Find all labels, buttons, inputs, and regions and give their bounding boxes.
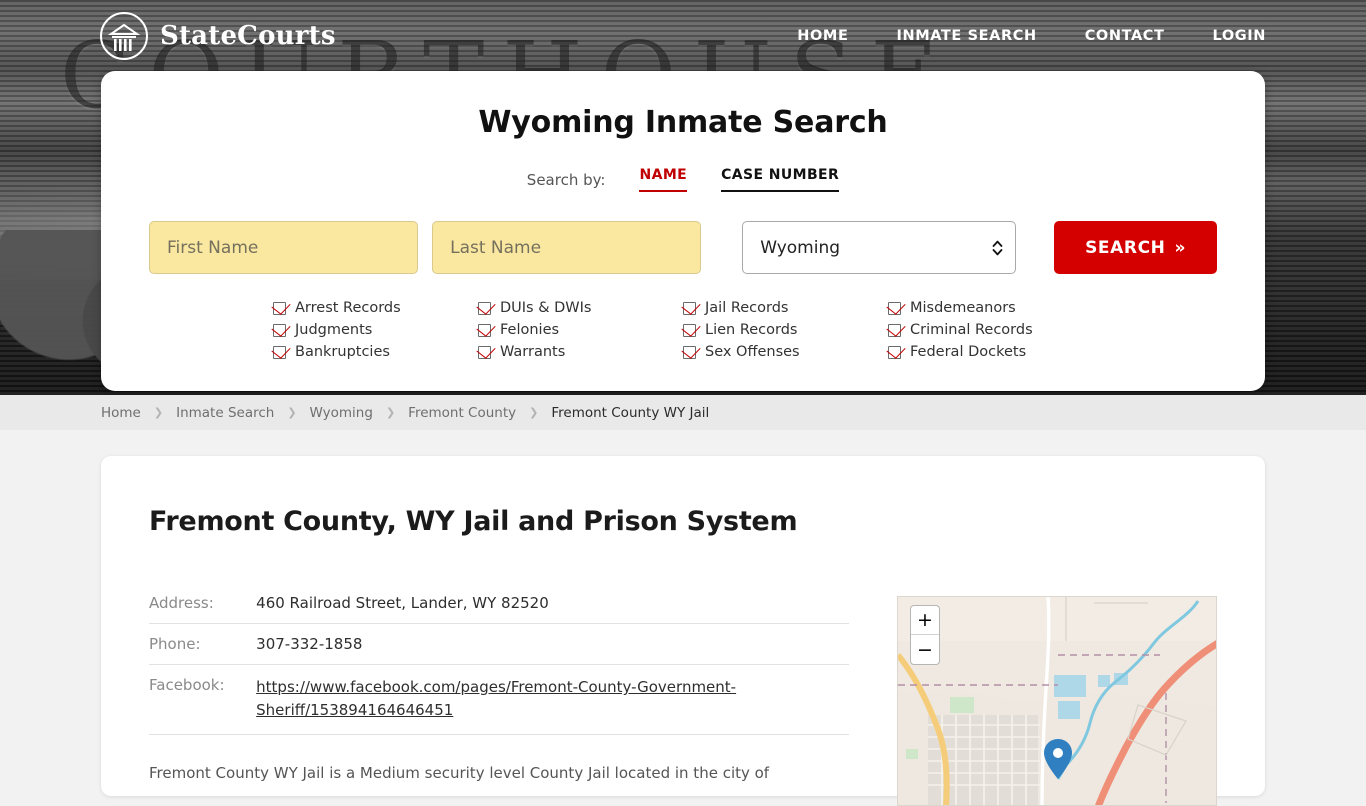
table-row: Facebook: https://www.facebook.com/pages… bbox=[149, 664, 849, 735]
record-type-item[interactable]: Felonies bbox=[478, 322, 683, 338]
record-type-label: Arrest Records bbox=[295, 300, 401, 316]
record-type-label: DUIs & DWIs bbox=[500, 300, 592, 316]
record-type-item[interactable]: DUIs & DWIs bbox=[478, 300, 683, 316]
checkbox-checked-icon bbox=[683, 323, 696, 337]
record-type-item[interactable]: Criminal Records bbox=[888, 322, 1093, 338]
detail-value-phone: 307-332-1858 bbox=[256, 623, 849, 665]
inmate-search-card: Wyoming Inmate Search Search by: NAME CA… bbox=[101, 71, 1265, 391]
table-row: Address: 460 Railroad Street, Lander, WY… bbox=[149, 583, 849, 624]
search-by-label: Search by: bbox=[526, 170, 606, 189]
tab-name[interactable]: NAME bbox=[639, 167, 688, 192]
chevron-right-icon: ❯ bbox=[529, 406, 539, 419]
record-type-item[interactable]: Misdemeanors bbox=[888, 300, 1093, 316]
main-navigation: HOME INMATE SEARCH CONTACT LOGIN bbox=[797, 28, 1266, 44]
nav-item-login[interactable]: LOGIN bbox=[1213, 28, 1266, 44]
location-map[interactable]: + − bbox=[897, 596, 1217, 806]
state-select[interactable]: Wyoming bbox=[742, 221, 1017, 274]
top-bar: StateCourts HOME INMATE SEARCH CONTACT L… bbox=[0, 0, 1366, 72]
record-type-item[interactable]: Arrest Records bbox=[273, 300, 478, 316]
detail-value-address: 460 Railroad Street, Lander, WY 82520 bbox=[256, 583, 849, 624]
record-type-label: Federal Dockets bbox=[910, 344, 1027, 360]
checkbox-checked-icon bbox=[273, 345, 286, 359]
detail-label-phone: Phone: bbox=[149, 623, 257, 665]
table-row: Phone: 307-332-1858 bbox=[149, 623, 849, 665]
record-type-item[interactable]: Judgments bbox=[273, 322, 478, 338]
checkbox-checked-icon bbox=[888, 323, 901, 337]
breadcrumb-item-home[interactable]: Home bbox=[101, 405, 141, 421]
detail-value-facebook: https://www.facebook.com/pages/Fremont-C… bbox=[256, 664, 849, 735]
detail-label-address: Address: bbox=[149, 583, 257, 624]
checkbox-checked-icon bbox=[273, 301, 286, 315]
record-type-item[interactable]: Lien Records bbox=[683, 322, 888, 338]
map-zoom-out-button[interactable]: − bbox=[911, 635, 939, 664]
record-type-label: Sex Offenses bbox=[705, 344, 800, 360]
tab-case-number[interactable]: CASE NUMBER bbox=[721, 167, 840, 192]
record-type-item[interactable]: Warrants bbox=[478, 344, 683, 360]
checkbox-checked-icon bbox=[478, 301, 491, 315]
facility-description: Fremont County WY Jail is a Medium secur… bbox=[149, 763, 770, 782]
map-zoom-in-button[interactable]: + bbox=[911, 606, 939, 635]
breadcrumb-item-inmate-search[interactable]: Inmate Search bbox=[176, 405, 274, 421]
chevron-up-down-icon bbox=[992, 239, 1003, 257]
search-button[interactable]: SEARCH » bbox=[1054, 221, 1218, 274]
checkbox-checked-icon bbox=[478, 323, 491, 337]
breadcrumb-item-current: Fremont County WY Jail bbox=[551, 404, 710, 421]
chevron-right-icon: ❯ bbox=[153, 406, 164, 419]
nav-item-inmate-search[interactable]: INMATE SEARCH bbox=[896, 28, 1036, 44]
checkbox-checked-icon bbox=[888, 301, 901, 315]
page-title: Fremont County, WY Jail and Prison Syste… bbox=[149, 506, 798, 537]
checkbox-checked-icon bbox=[478, 345, 491, 359]
search-fields-row: Wyoming SEARCH » bbox=[149, 221, 1218, 274]
chevron-right-icon: ❯ bbox=[287, 406, 297, 419]
double-chevron-right-icon: » bbox=[1174, 237, 1187, 258]
breadcrumb-item-fremont-county[interactable]: Fremont County bbox=[408, 405, 516, 421]
checkbox-checked-icon bbox=[888, 345, 901, 359]
record-type-label: Jail Records bbox=[705, 300, 789, 316]
search-card-title: Wyoming Inmate Search bbox=[478, 105, 888, 140]
chevron-right-icon: ❯ bbox=[385, 406, 396, 419]
map-zoom-controls: + − bbox=[910, 605, 940, 665]
record-type-label: Judgments bbox=[295, 322, 373, 338]
search-button-label: SEARCH bbox=[1085, 237, 1166, 258]
detail-label-facebook: Facebook: bbox=[149, 664, 257, 735]
record-type-item[interactable]: Sex Offenses bbox=[683, 344, 888, 360]
checkbox-checked-icon bbox=[683, 301, 696, 315]
brand-name: StateCourts bbox=[160, 21, 336, 51]
nav-item-home[interactable]: HOME bbox=[797, 28, 848, 44]
record-type-label: Felonies bbox=[500, 322, 560, 338]
checkbox-checked-icon bbox=[273, 323, 286, 337]
breadcrumb-item-wyoming[interactable]: Wyoming bbox=[310, 405, 373, 421]
record-type-label: Warrants bbox=[500, 344, 566, 360]
record-type-label: Criminal Records bbox=[910, 322, 1033, 338]
record-type-label: Misdemeanors bbox=[910, 300, 1016, 316]
state-select-wrapper: Wyoming bbox=[742, 221, 1017, 274]
search-by-row: Search by: NAME CASE NUMBER bbox=[149, 167, 1217, 192]
record-type-item[interactable]: Jail Records bbox=[683, 300, 888, 316]
last-name-input[interactable] bbox=[432, 221, 702, 274]
first-name-input[interactable] bbox=[149, 221, 419, 274]
record-type-label: Bankruptcies bbox=[295, 344, 390, 360]
record-type-label: Lien Records bbox=[705, 322, 798, 338]
record-type-item[interactable]: Federal Dockets bbox=[888, 344, 1093, 360]
facility-details-table: Address: 460 Railroad Street, Lander, WY… bbox=[149, 583, 849, 735]
hero-header: COURTHOUSE StateCourts HOME INMATE SEARC… bbox=[0, 0, 1366, 395]
facebook-link[interactable]: https://www.facebook.com/pages/Fremont-C… bbox=[256, 678, 736, 719]
record-type-item[interactable]: Bankruptcies bbox=[273, 344, 478, 360]
state-select-value: Wyoming bbox=[760, 237, 841, 258]
courthouse-icon bbox=[100, 12, 148, 60]
content-card: Fremont County, WY Jail and Prison Syste… bbox=[101, 456, 1265, 806]
brand-logo[interactable]: StateCourts bbox=[100, 12, 336, 60]
nav-item-contact[interactable]: CONTACT bbox=[1085, 28, 1165, 44]
breadcrumb: Home ❯ Inmate Search ❯ Wyoming ❯ Fremont… bbox=[0, 395, 1366, 430]
record-types-list: Arrest Records DUIs & DWIs Jail Records … bbox=[149, 300, 1217, 360]
checkbox-checked-icon bbox=[683, 345, 696, 359]
